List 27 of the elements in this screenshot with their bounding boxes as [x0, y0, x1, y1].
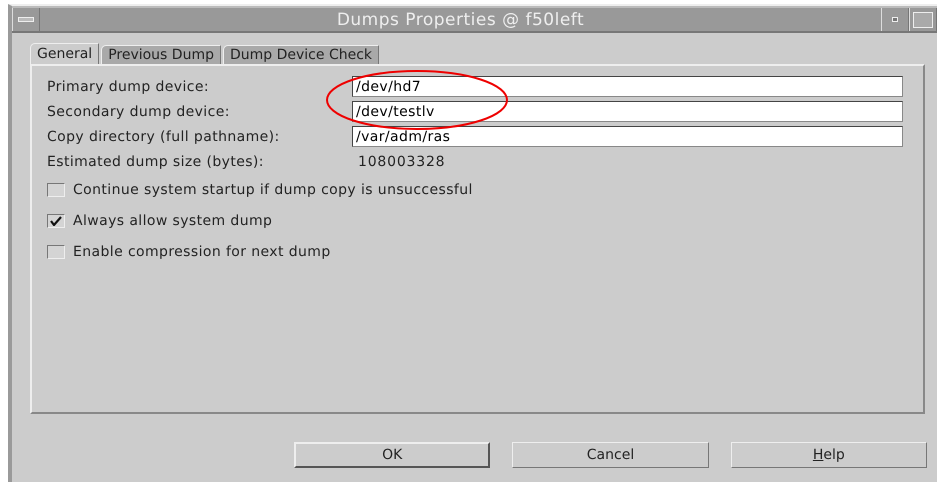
tab[interactable]: Dump Device Check	[222, 45, 380, 64]
checkbox[interactable]	[47, 182, 65, 196]
input-field[interactable]: /var/adm/ras	[352, 126, 903, 147]
checkbox-label: Continue system startup if dump copy is unsuccessful	[73, 182, 473, 198]
checkbox-label: Enable compression for next dump	[73, 244, 331, 260]
maximize-icon	[913, 12, 933, 28]
checkbox[interactable]	[47, 244, 65, 258]
input-field[interactable]: /dev/hd7	[352, 76, 903, 97]
field-label: Secondary dump device:	[47, 104, 231, 120]
dialog-button[interactable]: Cancel	[512, 442, 709, 468]
minimize-icon	[892, 17, 898, 22]
tab[interactable]: Previous Dump	[101, 45, 221, 64]
maximize-button[interactable]	[909, 8, 937, 31]
field-label: Estimated dump size (bytes):	[47, 154, 265, 170]
window-title: Dumps Properties @ f50left	[336, 8, 586, 31]
menu-icon	[18, 16, 34, 22]
checkbox[interactable]	[47, 214, 65, 228]
field-label: Copy directory (full pathname):	[47, 128, 281, 144]
minimize-button[interactable]	[881, 8, 909, 31]
input-field[interactable]: /dev/testlv	[352, 101, 903, 122]
value-text: 108003328	[357, 154, 446, 170]
field-label: Primary dump device:	[47, 78, 210, 94]
dialog-button[interactable]: Help	[730, 442, 927, 468]
window-menu-button[interactable]	[12, 8, 40, 31]
tab[interactable]: General	[30, 43, 100, 64]
checkbox-label: Always allow system dump	[73, 212, 272, 228]
dialog-button[interactable]: OK	[294, 442, 490, 468]
